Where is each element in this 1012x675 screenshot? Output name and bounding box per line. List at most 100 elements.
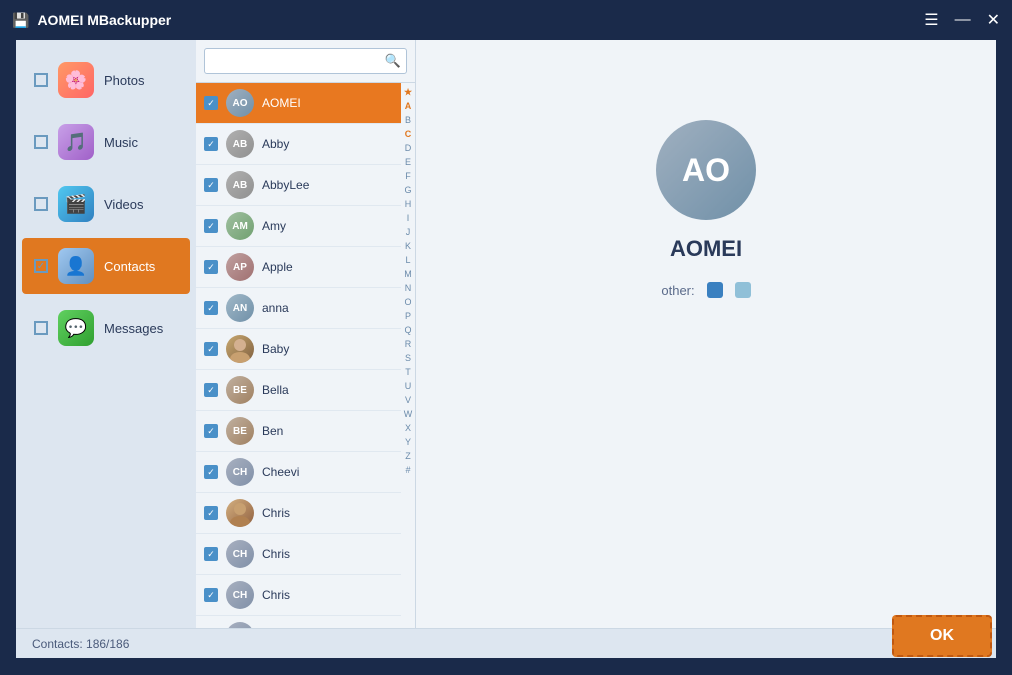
alpha-star[interactable]: ★ [404, 85, 412, 99]
alpha-h[interactable]: H [405, 197, 412, 211]
contact-check-amy[interactable] [204, 219, 218, 233]
contact-name-cheevi: Cheevi [262, 465, 299, 479]
contact-item-bella[interactable]: BE Bella [196, 370, 401, 411]
alpha-f[interactable]: F [405, 169, 411, 183]
detail-dot-lightblue [735, 282, 751, 298]
contact-item-abby[interactable]: AB Abby [196, 124, 401, 165]
contact-name-bella: Bella [262, 383, 289, 397]
alpha-m[interactable]: M [404, 267, 412, 281]
contact-name-abby: Abby [262, 137, 289, 151]
videos-checkbox[interactable] [34, 197, 48, 211]
alpha-q[interactable]: Q [404, 323, 411, 337]
alpha-u[interactable]: U [405, 379, 412, 393]
music-icon: 🎵 [58, 124, 94, 160]
alpha-t[interactable]: T [405, 365, 411, 379]
content-area: 🌸 Photos 🎵 Music 🎬 Videos 👤 Contacts 💬 [16, 40, 996, 628]
main-window: 🌸 Photos 🎵 Music 🎬 Videos 👤 Contacts 💬 [16, 40, 996, 658]
contact-item-anna[interactable]: AN anna [196, 288, 401, 329]
ok-button[interactable]: OK [892, 615, 992, 657]
messages-checkbox[interactable] [34, 321, 48, 335]
contact-check-chris-3[interactable] [204, 588, 218, 602]
sidebar-item-videos[interactable]: 🎬 Videos [22, 176, 190, 232]
contact-item-ben[interactable]: BE Ben [196, 411, 401, 452]
alpha-r[interactable]: R [405, 337, 412, 351]
contact-check-abby[interactable] [204, 137, 218, 151]
detail-other-label: other: [661, 283, 694, 298]
minimize-button[interactable]: — [955, 11, 971, 29]
alpha-w[interactable]: W [404, 407, 413, 421]
contacts-checkbox[interactable] [34, 259, 48, 273]
status-bar: Contacts: 186/186 [16, 628, 996, 658]
photos-checkbox[interactable] [34, 73, 48, 87]
sidebar-item-messages[interactable]: 💬 Messages [22, 300, 190, 356]
contact-item-chris-2[interactable]: CH Chris [196, 534, 401, 575]
alpha-i[interactable]: I [407, 211, 410, 225]
close-button[interactable]: ✕ [987, 10, 1000, 30]
alpha-k[interactable]: K [405, 239, 411, 253]
contact-check-bella[interactable] [204, 383, 218, 397]
contact-check-aomei[interactable] [204, 96, 218, 110]
app-title: AOMEI MBackupper [37, 12, 171, 28]
alpha-a[interactable]: A [405, 99, 412, 113]
contact-check-chris-2[interactable] [204, 547, 218, 561]
contact-check-apple[interactable] [204, 260, 218, 274]
contact-avatar-ben: BE [226, 417, 254, 445]
alpha-b[interactable]: B [405, 113, 411, 127]
alpha-index: ★ A B C D E F G H I J K L M N O P [401, 83, 415, 628]
sidebar-item-photos[interactable]: 🌸 Photos [22, 52, 190, 108]
contact-item-apple[interactable]: AP Apple [196, 247, 401, 288]
search-input[interactable] [204, 48, 407, 74]
alpha-e[interactable]: E [405, 155, 411, 169]
alpha-v[interactable]: V [405, 393, 411, 407]
contact-avatar-abby: AB [226, 130, 254, 158]
alpha-l[interactable]: L [405, 253, 410, 267]
contact-check-baby[interactable] [204, 342, 218, 356]
menu-icon[interactable]: ☰ [924, 10, 938, 30]
contact-item-amy[interactable]: AM Amy [196, 206, 401, 247]
alpha-y[interactable]: Y [405, 435, 411, 449]
contact-item-chris-4[interactable]: CH Chris [196, 616, 401, 628]
contact-name-chris-1: Chris [262, 506, 290, 520]
contacts-icon: 👤 [58, 248, 94, 284]
alpha-j[interactable]: J [406, 225, 411, 239]
alpha-hash[interactable]: # [405, 463, 410, 477]
app-icon: 💾 [12, 12, 29, 29]
contact-check-cheevi[interactable] [204, 465, 218, 479]
contact-item-aomei[interactable]: AO AOMEI [196, 83, 401, 124]
contacts-label: Contacts [104, 259, 155, 274]
search-input-wrapper: 🔍 [204, 48, 407, 74]
contact-avatar-chris-1 [226, 499, 254, 527]
alpha-d[interactable]: D [405, 141, 412, 155]
alpha-c[interactable]: C [405, 127, 412, 141]
alpha-z[interactable]: Z [405, 449, 411, 463]
alpha-g[interactable]: G [404, 183, 411, 197]
photos-icon: 🌸 [58, 62, 94, 98]
contact-name-abbylee: AbbyLee [262, 178, 309, 192]
contact-avatar-chris-2: CH [226, 540, 254, 568]
contact-avatar-chris-3: CH [226, 581, 254, 609]
contact-item-abbylee[interactable]: AB AbbyLee [196, 165, 401, 206]
contact-item-chris-3[interactable]: CH Chris [196, 575, 401, 616]
alpha-o[interactable]: O [404, 295, 411, 309]
contact-name-baby: Baby [262, 342, 289, 356]
contact-check-abbylee[interactable] [204, 178, 218, 192]
alpha-x[interactable]: X [405, 421, 411, 435]
sidebar-item-contacts[interactable]: 👤 Contacts [22, 238, 190, 294]
contact-name-anna: anna [262, 301, 289, 315]
contact-item-baby[interactable]: Baby [196, 329, 401, 370]
music-checkbox[interactable] [34, 135, 48, 149]
contact-item-cheevi[interactable]: CH Cheevi [196, 452, 401, 493]
contact-check-ben[interactable] [204, 424, 218, 438]
messages-icon: 💬 [58, 310, 94, 346]
contact-item-chris-1[interactable]: Chris [196, 493, 401, 534]
videos-label: Videos [104, 197, 144, 212]
alpha-p[interactable]: P [405, 309, 411, 323]
contact-avatar-cheevi: CH [226, 458, 254, 486]
contact-check-anna[interactable] [204, 301, 218, 315]
alpha-s[interactable]: S [405, 351, 411, 365]
alpha-n[interactable]: N [405, 281, 412, 295]
contact-name-chris-3: Chris [262, 588, 290, 602]
contact-check-chris-1[interactable] [204, 506, 218, 520]
sidebar-item-music[interactable]: 🎵 Music [22, 114, 190, 170]
contact-list: AO AOMEI AB Abby AB AbbyLee [196, 83, 401, 628]
